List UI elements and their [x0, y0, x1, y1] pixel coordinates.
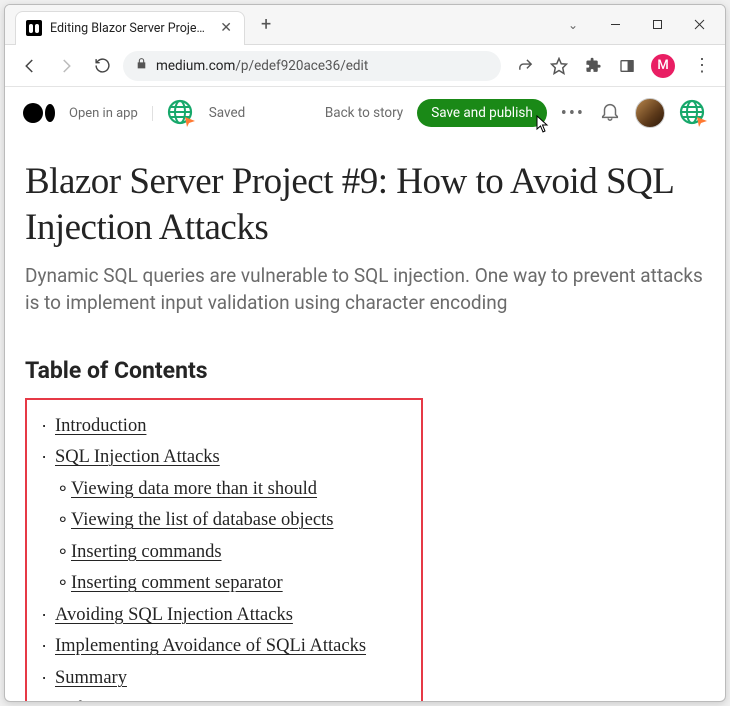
browser-tab[interactable]: Editing Blazor Server Project #9: ✕ [15, 11, 245, 45]
toc-link[interactable]: Viewing the list of database objects [71, 505, 333, 536]
medium-logo-icon[interactable] [23, 103, 55, 123]
close-tab-icon[interactable]: ✕ [216, 20, 236, 36]
back-button[interactable] [15, 51, 45, 81]
maximize-button[interactable] [637, 10, 677, 40]
reload-button[interactable] [87, 51, 117, 81]
profile-avatar[interactable]: M [651, 54, 675, 78]
bookmark-star-icon[interactable] [549, 56, 569, 76]
close-window-button[interactable] [679, 10, 719, 40]
translate-globe-icon[interactable] [167, 99, 195, 127]
content-scroll-wrap: Blazor Server Project #9: How to Avoid S… [5, 139, 725, 701]
save-and-publish-label: Save and publish [431, 105, 533, 121]
toc-link[interactable]: Avoiding SQL Injection Attacks [55, 600, 293, 631]
browser-menu-icon[interactable]: ⋮ [689, 55, 715, 76]
toc-highlight-box: ·Introduction·SQL Injection Attacks∘View… [25, 398, 423, 701]
toc-link[interactable]: Inserting comment separator [71, 568, 283, 599]
toc-link[interactable]: SQL Injection Attacks [55, 442, 220, 473]
lock-icon [135, 57, 148, 74]
toc-bullet-icon: · [41, 693, 55, 701]
toc-bullet-icon: ∘ [57, 473, 71, 504]
toc-item: ∘Inserting commands [41, 536, 403, 568]
toc-item: ·Introduction [41, 410, 403, 442]
address-bar-actions: M ⋮ [507, 54, 715, 78]
save-and-publish-button[interactable]: Save and publish [417, 99, 547, 127]
titlebar: Editing Blazor Server Project #9: ✕ + ⌄ [5, 5, 725, 45]
translate-globe-icon-right[interactable] [679, 99, 707, 127]
more-options-icon[interactable]: ••• [561, 103, 585, 124]
extensions-icon[interactable] [583, 56, 603, 76]
browser-window: Editing Blazor Server Project #9: ✕ + ⌄ [4, 4, 726, 702]
forward-button[interactable] [51, 51, 81, 81]
toc-link[interactable]: References [55, 694, 137, 701]
toc-item: ·Avoiding SQL Injection Attacks [41, 599, 403, 631]
minimize-button[interactable] [595, 10, 635, 40]
toc-bullet-icon: ∘ [57, 504, 71, 535]
toc-bullet-icon: · [41, 662, 55, 693]
toc-heading[interactable]: Table of Contents [25, 357, 705, 384]
toc-bullet-icon: · [41, 630, 55, 661]
medium-favicon-icon [26, 20, 42, 36]
tab-title: Editing Blazor Server Project #9: [50, 21, 208, 36]
article-subtitle[interactable]: Dynamic SQL queries are vulnerable to SQ… [25, 262, 705, 317]
toc-link[interactable]: Viewing data more than it should [71, 474, 317, 505]
toc-item: ·Summary [41, 662, 403, 694]
url-text: medium.com/p/edef920ace36/edit [156, 58, 368, 74]
toc-link[interactable]: Summary [55, 663, 127, 694]
toc-item: ∘Inserting comment separator [41, 567, 403, 599]
address-bar-row: medium.com/p/edef920ace36/edit M ⋮ [5, 45, 725, 87]
toc-link[interactable]: Inserting commands [71, 537, 222, 568]
back-to-story-link[interactable]: Back to story [325, 105, 403, 121]
toc-item: ·Implementing Avoidance of SQLi Attacks [41, 630, 403, 662]
toc-item: ·References [41, 693, 403, 701]
toc-bullet-icon: · [41, 410, 55, 441]
mouse-cursor-icon [535, 115, 551, 137]
article-title[interactable]: Blazor Server Project #9: How to Avoid S… [25, 159, 705, 252]
toc-item: ·SQL Injection Attacks [41, 441, 403, 473]
toc-item: ∘Viewing the list of database objects [41, 504, 403, 536]
notifications-bell-icon[interactable] [599, 100, 621, 126]
sidepanel-icon[interactable] [617, 56, 637, 76]
window-controls: ⌄ [553, 10, 725, 40]
toc-link[interactable]: Implementing Avoidance of SQLi Attacks [55, 631, 366, 662]
url-box[interactable]: medium.com/p/edef920ace36/edit [123, 51, 501, 81]
toc-item: ∘Viewing data more than it should [41, 473, 403, 505]
toc-bullet-icon: ∘ [57, 567, 71, 598]
medium-header: Open in app Saved Back to story Save and… [5, 87, 725, 139]
tab-search-chevron-icon[interactable]: ⌄ [553, 10, 593, 40]
article-content[interactable]: Blazor Server Project #9: How to Avoid S… [5, 139, 725, 701]
toc-link[interactable]: Introduction [55, 411, 146, 442]
open-in-app-link[interactable]: Open in app [69, 106, 153, 121]
toc-bullet-icon: · [41, 599, 55, 630]
share-icon[interactable] [515, 56, 535, 76]
toc-bullet-icon: ∘ [57, 536, 71, 567]
toc-bullet-icon: · [41, 441, 55, 472]
saved-status: Saved [209, 105, 246, 121]
user-avatar[interactable] [635, 98, 665, 128]
new-tab-button[interactable]: + [253, 10, 279, 39]
